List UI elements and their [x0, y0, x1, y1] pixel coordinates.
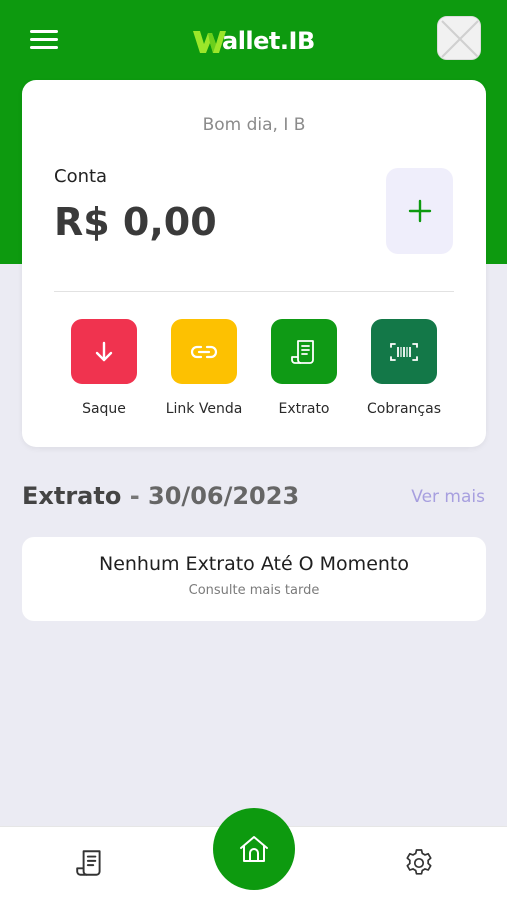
plus-icon — [408, 199, 431, 223]
account-card: Bom dia, I B Conta R$ 0,00 Saque Link Ve… — [22, 80, 486, 447]
statement-heading: Extrato - 30/06/2023 — [22, 482, 299, 510]
saque-tile[interactable] — [71, 319, 137, 384]
cobrancas-tile[interactable] — [371, 319, 437, 384]
app-header: allet.IB — [0, 0, 507, 80]
barcode-icon — [390, 342, 418, 361]
statement-title: Extrato — [22, 482, 122, 510]
home-button[interactable] — [213, 808, 295, 890]
logo-w-mark — [193, 31, 226, 53]
home-icon — [240, 836, 268, 862]
greeting-text: Bom dia, I B — [202, 115, 306, 135]
nav-statement-icon[interactable] — [74, 847, 106, 883]
action-label-saque: Saque — [82, 401, 126, 417]
action-extrato[interactable]: Extrato — [254, 319, 354, 417]
action-cobrancas[interactable]: Cobranças — [354, 319, 454, 417]
link-icon — [190, 345, 218, 358]
user-avatar[interactable] — [437, 16, 481, 60]
action-label-extrato: Extrato — [278, 401, 330, 417]
app-logo: allet.IB — [192, 24, 315, 58]
extrato-tile[interactable] — [271, 319, 337, 384]
hamburger-menu-icon[interactable] — [30, 28, 60, 50]
statement-date: 30/06/2023 — [148, 482, 300, 510]
action-label-cobrancas: Cobranças — [366, 401, 441, 417]
empty-statement-card: Nenhum Extrato Até O Momento Consulte ma… — [22, 537, 486, 621]
nav-settings-icon[interactable] — [403, 847, 435, 883]
gear-icon — [406, 849, 432, 875]
action-saque[interactable]: Saque — [54, 319, 154, 417]
account-label: Conta — [54, 166, 108, 187]
account-balance: R$ 0,00 — [54, 200, 217, 244]
receipt-icon — [291, 339, 314, 364]
link-venda-tile[interactable] — [171, 319, 237, 384]
empty-statement-title: Nenhum Extrato Até O Momento — [98, 553, 409, 575]
action-link-venda[interactable]: Link Venda — [154, 319, 254, 417]
card-divider — [54, 291, 454, 292]
add-funds-button[interactable] — [386, 168, 453, 254]
logo-text: allet.IB — [222, 27, 315, 55]
empty-statement-subtitle: Consulte mais tarde — [188, 583, 320, 598]
arrow-down-icon — [95, 341, 113, 361]
receipt-icon — [76, 850, 101, 876]
action-label-link-venda: Link Venda — [165, 401, 243, 417]
statement-separator: - — [129, 482, 140, 510]
ver-mais-link[interactable]: Ver mais — [411, 487, 485, 507]
avatar-placeholder-icon — [441, 20, 479, 58]
